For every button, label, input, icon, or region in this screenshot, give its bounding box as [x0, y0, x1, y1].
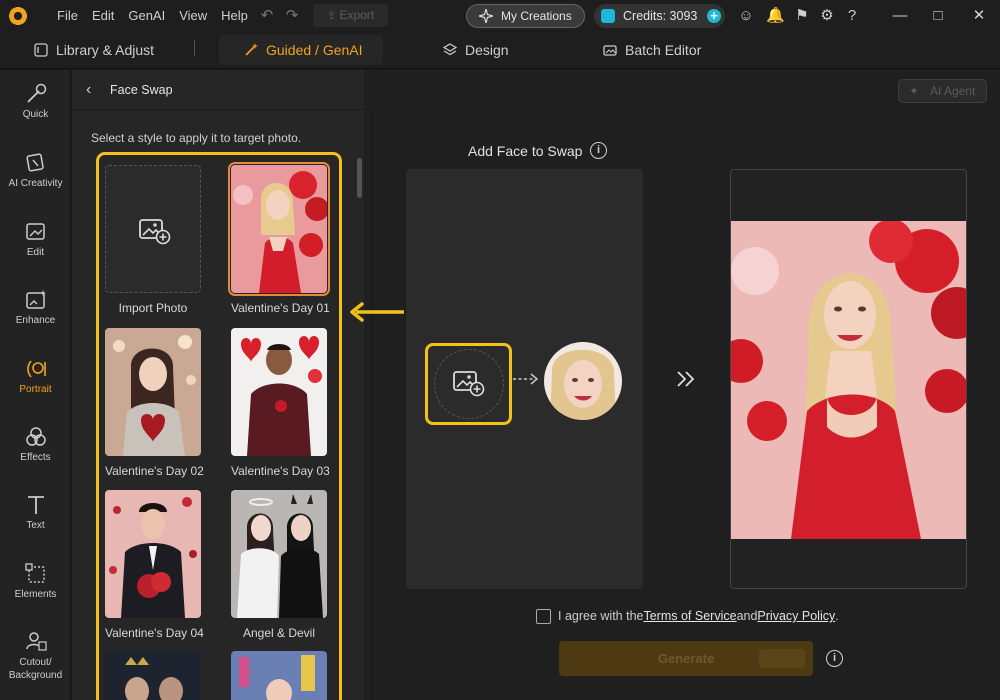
face-image	[544, 342, 622, 420]
rail-item-ai-creativity[interactable]: AI Creativity	[0, 152, 71, 189]
credits-icon	[601, 9, 615, 23]
tab-design[interactable]: Design	[443, 35, 509, 65]
info-icon[interactable]: i	[590, 142, 607, 159]
double-chevron-right-icon	[677, 371, 695, 387]
menu-genai[interactable]: GenAI	[128, 8, 165, 23]
app-logo-icon	[8, 6, 28, 26]
tab-guided-genai[interactable]: Guided / GenAI	[219, 35, 383, 65]
menu-view[interactable]: View	[179, 8, 207, 23]
sparkle-icon	[479, 9, 493, 23]
rail-item-text[interactable]: Text	[0, 494, 71, 531]
credits-badge[interactable]: Credits: 3093 +	[594, 4, 725, 28]
layers-icon	[443, 43, 457, 56]
help-icon[interactable]: ?	[843, 7, 861, 25]
library-icon	[34, 43, 48, 57]
rail-item-effects[interactable]: Effects	[0, 426, 71, 463]
redo-icon[interactable]: ↷	[282, 6, 302, 26]
agree-checkbox[interactable]	[536, 608, 551, 624]
agree-text: I agree with the	[558, 609, 644, 623]
back-chevron-icon[interactable]: ‹	[86, 81, 100, 99]
add-image-icon	[453, 371, 485, 397]
panel-header: ‹ Face Swap	[72, 70, 364, 110]
target-face-thumbnail	[544, 342, 622, 420]
feedback-flag-icon[interactable]: ⚑	[793, 7, 811, 25]
notification-bell-icon[interactable]: 🔔	[766, 7, 785, 25]
maximize-icon[interactable]: □	[929, 7, 947, 25]
my-creations-button[interactable]: My Creations	[466, 4, 585, 28]
result-image	[731, 221, 966, 539]
dashed-arrow-icon	[513, 373, 539, 385]
tool-rail: Quick AI Creativity Edit Enhance Portrai…	[0, 70, 71, 700]
enhance-icon	[25, 290, 46, 309]
title-bar: File Edit GenAI View Help ↶ ↷ ⇪ Export M…	[0, 0, 1000, 32]
ai-agent-button[interactable]: ✦ AI Agent	[898, 79, 987, 103]
privacy-policy-link[interactable]: Privacy Policy	[757, 609, 835, 623]
annotation-arrow-icon	[350, 302, 404, 322]
panel-title: Face Swap	[110, 83, 173, 97]
edit-image-icon	[25, 223, 45, 240]
credits-label: Credits: 3093	[623, 9, 698, 23]
rail-item-quick[interactable]: Quick	[0, 83, 71, 120]
generate-info-icon[interactable]: i	[826, 650, 843, 667]
tab-library-adjust[interactable]: Library & Adjust	[28, 35, 160, 65]
nav-divider	[194, 40, 195, 56]
rail-item-portrait[interactable]: Portrait	[0, 358, 71, 395]
rail-item-edit[interactable]: Edit	[0, 221, 71, 258]
agree-and-text: and	[736, 609, 758, 623]
account-icon[interactable]: ☺	[737, 7, 755, 25]
menu-help[interactable]: Help	[221, 8, 248, 23]
terms-of-service-link[interactable]: Terms of Service	[643, 609, 736, 623]
tab-batch-editor[interactable]: Batch Editor	[603, 35, 701, 65]
export-button[interactable]: ⇪ Export	[313, 4, 388, 27]
my-creations-label: My Creations	[501, 9, 572, 23]
agreement-row: I agree with the Terms of Service and Pr…	[536, 607, 839, 625]
magic-wand-icon	[26, 83, 46, 103]
result-preview-panel	[730, 169, 967, 589]
wand-icon	[245, 43, 258, 56]
cutout-icon	[25, 632, 47, 651]
close-icon[interactable]: ✕	[970, 7, 988, 25]
rail-item-elements[interactable]: Elements	[0, 563, 71, 600]
menu-bar: File Edit GenAI View Help	[57, 8, 262, 23]
elements-icon	[24, 563, 45, 583]
generate-button[interactable]: Generate	[559, 641, 813, 676]
menu-file[interactable]: File	[57, 8, 78, 23]
effects-icon	[25, 427, 46, 446]
undo-icon[interactable]: ↶	[257, 6, 277, 26]
ai-agent-icon: ✦	[909, 84, 920, 98]
portrait-icon	[26, 360, 46, 378]
agree-suffix: .	[835, 609, 839, 623]
panel-hint: Select a style to apply it to target pho…	[91, 131, 302, 145]
main-divider	[372, 110, 373, 700]
rail-item-cutout-background[interactable]: Cutout/ Background	[0, 630, 71, 682]
credit-cost-badge	[759, 649, 805, 668]
settings-gear-icon[interactable]: ⚙	[818, 7, 836, 25]
menu-edit[interactable]: Edit	[92, 8, 114, 23]
add-face-circle[interactable]	[434, 349, 504, 419]
add-face-title: Add Face to Swap	[468, 143, 583, 159]
result-photo	[731, 221, 966, 539]
style-grid-highlight	[96, 152, 342, 700]
add-face-slot[interactable]	[425, 343, 512, 425]
batch-images-icon	[603, 45, 617, 56]
ai-creativity-icon	[25, 153, 44, 172]
rail-item-enhance[interactable]: Enhance	[0, 289, 71, 326]
text-icon	[27, 496, 44, 514]
add-credits-icon[interactable]: +	[707, 9, 721, 23]
minimize-icon[interactable]: —	[891, 7, 909, 25]
panel-scrollbar[interactable]	[357, 158, 362, 198]
